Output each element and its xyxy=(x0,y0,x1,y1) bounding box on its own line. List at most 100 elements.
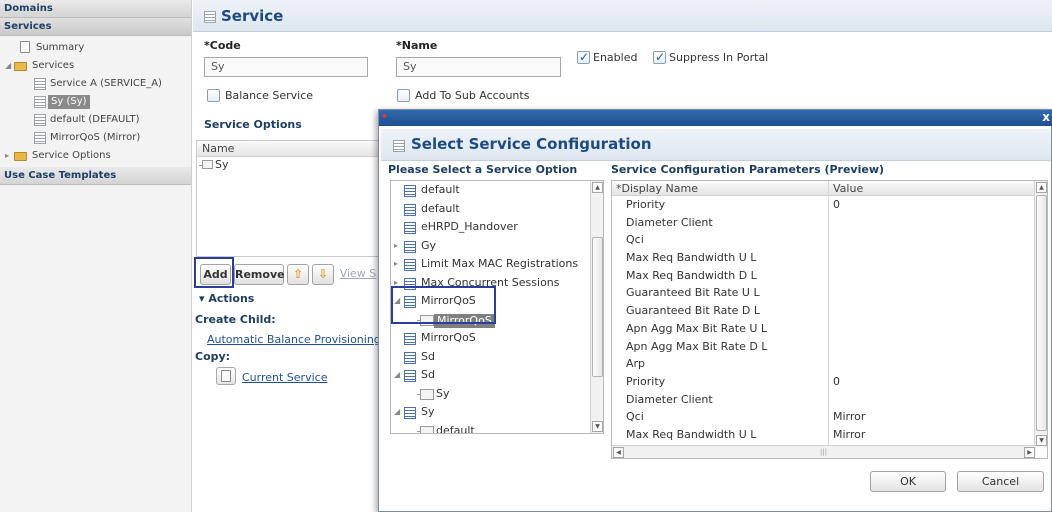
table-row[interactable]: Guaranteed Bit Rate U L xyxy=(612,284,1047,302)
document-icon xyxy=(221,370,231,382)
move-up-button[interactable]: ⇧ xyxy=(287,264,309,285)
scroll-down-arrow-icon[interactable]: ▼ xyxy=(1036,435,1047,446)
tree-item-label: eHRPD_Handover xyxy=(421,220,518,233)
tree-item-label: Services xyxy=(32,60,75,71)
tree-item-option[interactable]: default xyxy=(391,181,603,200)
enabled-checkbox[interactable] xyxy=(577,50,590,64)
selected-option-highlight xyxy=(391,286,496,324)
list-icon xyxy=(34,114,46,126)
close-icon[interactable]: x xyxy=(1042,110,1050,125)
code-field[interactable]: Sy xyxy=(204,57,368,77)
tree-item-option[interactable]: default xyxy=(391,200,603,219)
table-row[interactable]: Arp xyxy=(612,355,1047,373)
scrollbar-grip[interactable]: ||| xyxy=(820,448,827,456)
dialog-title-bar[interactable]: • x xyxy=(379,110,1052,126)
move-down-button[interactable]: ⇩ xyxy=(312,264,334,285)
parameters-preview-table: *Display Name Value Priority 0 Diameter C… xyxy=(611,180,1048,459)
tree-item-label: Summary xyxy=(36,42,85,53)
tree-item-option[interactable]: ▸ Gy xyxy=(391,237,603,256)
table-row[interactable]: Apn Agg Max Bit Rate U L xyxy=(612,320,1047,338)
page-title: Service xyxy=(221,7,284,25)
tree-item-option[interactable]: MirrorQoS xyxy=(391,329,603,348)
tree-item-option[interactable]: Sd xyxy=(391,348,603,367)
tree-item-option[interactable]: ◢ Sd xyxy=(391,366,603,385)
copy-icon[interactable] xyxy=(216,367,236,385)
column-header-display-name[interactable]: *Display Name xyxy=(616,181,698,196)
scrollbar-thumb[interactable] xyxy=(1036,195,1047,431)
parameters-vertical-scrollbar[interactable]: ▲ ▼ xyxy=(1034,181,1047,447)
parameters-horizontal-scrollbar[interactable]: ◀ ||| ▶ xyxy=(612,445,1036,458)
tree-item-default[interactable]: default (DEFAULT) xyxy=(0,111,191,129)
collapse-toggle-icon[interactable]: ◢ xyxy=(394,366,402,385)
grid-header-name[interactable]: Name xyxy=(197,141,380,157)
ok-button[interactable]: OK xyxy=(870,471,946,492)
suppress-in-portal-checkbox[interactable] xyxy=(653,50,666,64)
add-button[interactable]: Add xyxy=(200,264,231,285)
column-header-value[interactable]: Value xyxy=(833,181,863,196)
tree-item-label: default (DEFAULT) xyxy=(50,114,140,125)
tree-item-mirrorqos[interactable]: MirrorQoS (Mirror) xyxy=(0,129,191,147)
param-name: Max Req Bandwidth U L xyxy=(626,427,757,441)
expand-toggle-icon[interactable]: ▸ xyxy=(394,255,402,274)
remove-button[interactable]: Remove xyxy=(234,264,285,285)
tree-item-sy[interactable]: Sy (Sy) xyxy=(0,93,191,111)
tree-item-summary[interactable]: Summary xyxy=(0,39,191,57)
current-service-link[interactable]: Current Service xyxy=(242,371,327,384)
table-row[interactable]: Max Req Bandwidth D L xyxy=(612,267,1047,285)
table-row[interactable]: Apn Agg Max Bit Rate D L xyxy=(612,338,1047,356)
expand-toggle-icon[interactable]: ◢ xyxy=(5,57,13,75)
accordion-services[interactable]: Services xyxy=(0,18,191,36)
table-row[interactable]: Sy xyxy=(197,157,380,173)
tree-item-option[interactable]: Sy xyxy=(391,385,603,404)
param-value: 0 xyxy=(833,198,840,211)
table-row[interactable]: Max Req Bandwidth U L xyxy=(612,249,1047,267)
accordion-use-case-templates[interactable]: Use Case Templates xyxy=(0,167,191,185)
table-row[interactable]: Qci xyxy=(612,231,1047,249)
tree-item-option[interactable]: ▸ Limit Max MAC Registrations xyxy=(391,255,603,274)
param-name: Diameter Client xyxy=(626,215,713,229)
tree-item-service-a[interactable]: Service A (SERVICE_A) xyxy=(0,75,191,93)
actions-toggle[interactable]: ▾ Actions xyxy=(199,292,254,305)
table-row[interactable]: Diameter Client xyxy=(612,214,1047,232)
cancel-button[interactable]: Cancel xyxy=(957,471,1044,492)
copy-label: Copy: xyxy=(195,350,231,363)
scroll-up-arrow-icon[interactable]: ▲ xyxy=(592,182,603,193)
grid-cell-name: Sy xyxy=(215,158,229,171)
param-name: Guaranteed Bit Rate D L xyxy=(626,304,761,318)
tree-item-option[interactable]: eHRPD_Handover xyxy=(391,218,603,237)
balance-service-checkbox[interactable] xyxy=(207,89,220,102)
tree-item-option[interactable]: default xyxy=(391,422,603,433)
folder-icon xyxy=(14,62,27,71)
table-row[interactable]: Priority 0 xyxy=(612,373,1047,391)
expand-toggle-icon[interactable]: ▸ xyxy=(5,147,13,165)
table-row[interactable]: Qci Mirror xyxy=(612,408,1047,426)
param-name: Apn Agg Max Bit Rate U L xyxy=(626,321,768,335)
scroll-up-arrow-icon[interactable]: ▲ xyxy=(1036,182,1047,193)
scroll-left-arrow-icon[interactable]: ◀ xyxy=(613,447,624,458)
tree-item-services[interactable]: ◢ Services xyxy=(0,57,191,75)
list-icon xyxy=(404,407,416,419)
accordion-domains[interactable]: Domains xyxy=(0,0,191,18)
list-icon xyxy=(34,132,46,144)
view-button[interactable]: View S xyxy=(337,264,379,285)
option-tree-scrollbar[interactable]: ▲ ▼ xyxy=(590,181,603,433)
list-icon xyxy=(404,259,416,271)
scroll-down-arrow-icon[interactable]: ▼ xyxy=(592,421,603,432)
add-to-sub-accounts-checkbox[interactable] xyxy=(397,89,410,102)
table-row[interactable]: Priority 0 xyxy=(612,196,1047,214)
tree-item-option[interactable]: ◢ Sy xyxy=(391,403,603,422)
table-row[interactable]: Guaranteed Bit Rate D L xyxy=(612,302,1047,320)
scrollbar-thumb[interactable] xyxy=(592,237,603,377)
parameter-icon xyxy=(417,425,434,433)
scroll-right-arrow-icon[interactable]: ▶ xyxy=(1024,447,1035,458)
table-row[interactable]: Diameter Client xyxy=(612,391,1047,409)
tree-item-label: Service A (SERVICE_A) xyxy=(50,78,162,89)
table-row[interactable]: Max Req Bandwidth U L Mirror xyxy=(612,426,1047,444)
collapse-toggle-icon[interactable]: ◢ xyxy=(394,403,402,422)
tree-item-service-options[interactable]: ▸ Service Options xyxy=(0,147,191,165)
tree-item-label: Gy xyxy=(421,238,437,252)
list-icon xyxy=(34,96,46,108)
name-field[interactable]: Sy xyxy=(396,57,561,77)
automatic-balance-provisioning-link[interactable]: Automatic Balance Provisioning xyxy=(207,333,381,346)
expand-toggle-icon[interactable]: ▸ xyxy=(394,237,402,256)
